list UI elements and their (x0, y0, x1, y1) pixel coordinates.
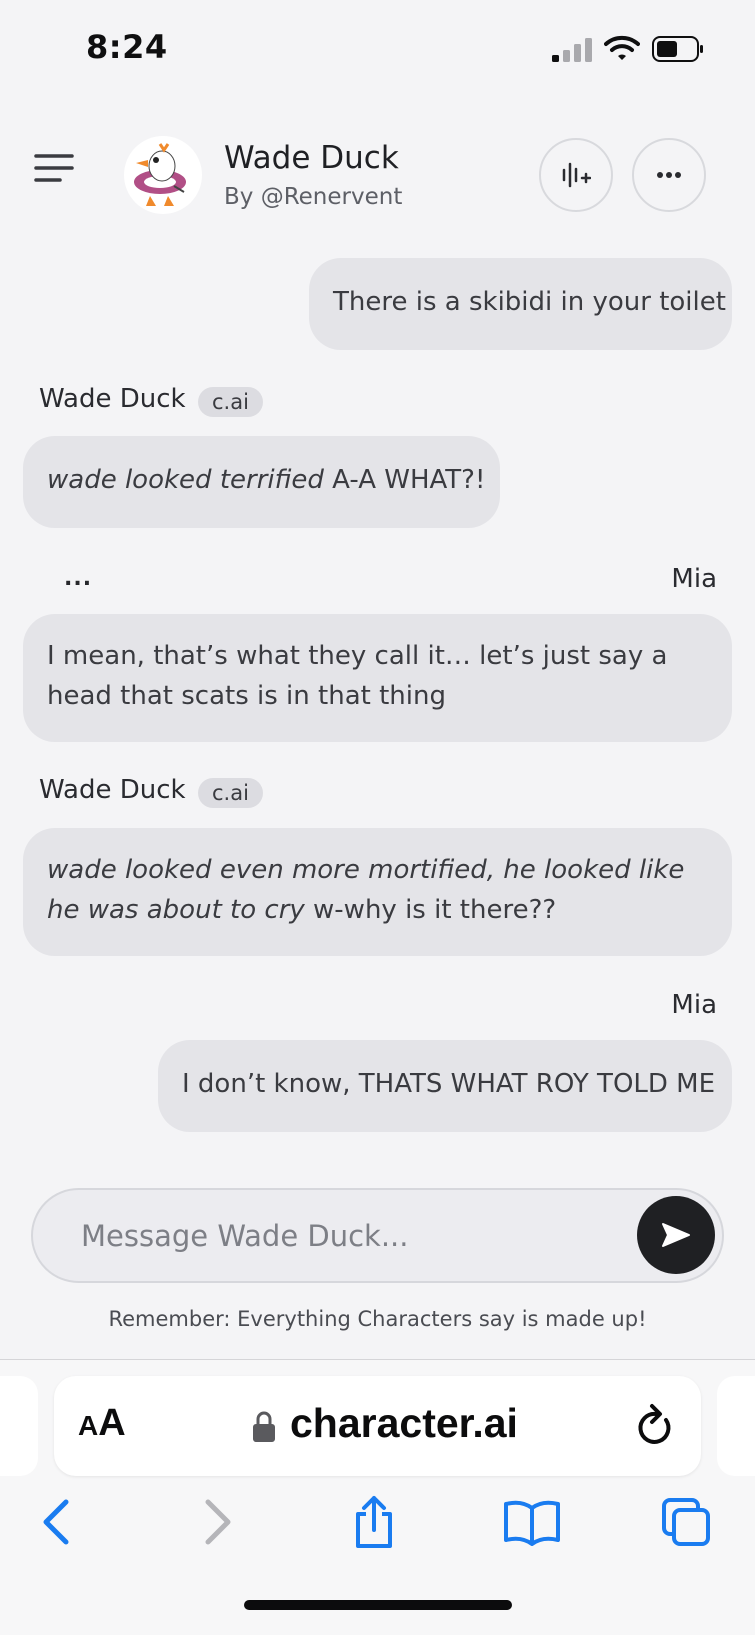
character-avatar[interactable] (124, 136, 202, 214)
bookmarks-icon[interactable] (502, 1494, 562, 1550)
speaker-name: Wade Duck (39, 384, 186, 414)
voice-add-icon (562, 162, 591, 188)
cai-badge: c.ai (198, 778, 263, 808)
speaker-name: Mia (671, 564, 717, 594)
speaker-name: Mia (671, 990, 717, 1020)
previous-tab-preview[interactable] (0, 1376, 38, 1476)
message-text: I don’t know, THATS WHAT ROY TOLD ME (182, 1069, 716, 1099)
cellular-signal-icon (552, 38, 592, 62)
ellipsis-icon (657, 172, 681, 178)
next-tab-preview[interactable] (717, 1376, 755, 1476)
cai-badge: c.ai (198, 387, 263, 417)
wifi-icon (604, 35, 640, 60)
message-action-text: wade looked terrified (47, 465, 324, 495)
more-options-button[interactable] (632, 138, 706, 212)
menu-icon[interactable] (34, 152, 74, 186)
voice-button[interactable] (539, 138, 613, 212)
message-input[interactable] (79, 1210, 603, 1262)
speaker-name: Wade Duck (39, 775, 186, 805)
url-text[interactable]: character.ai (290, 1400, 518, 1447)
tabs-icon[interactable] (660, 1494, 712, 1550)
text-size-small-label: A (78, 1410, 99, 1441)
character-name[interactable]: Wade Duck (224, 140, 399, 176)
creator-handle[interactable]: By @Renervent (224, 184, 402, 210)
text-size-button[interactable]: AA (78, 1402, 126, 1445)
user-message-bubble[interactable]: I don’t know, THATS WHAT ROY TOLD ME (158, 1040, 732, 1132)
message-text: I mean, that’s what they call it… let’s … (47, 641, 668, 711)
message-composer (31, 1188, 724, 1283)
forward-icon[interactable] (192, 1494, 244, 1550)
send-button[interactable] (637, 1196, 715, 1274)
text-size-large-label: A (98, 1402, 126, 1444)
message-options-button[interactable]: ... (64, 566, 92, 591)
back-icon[interactable] (30, 1494, 82, 1550)
message-text: A-A WHAT?! (323, 465, 486, 495)
character-message-bubble[interactable]: wade looked terrified A-A WHAT?! (23, 436, 500, 528)
home-indicator[interactable] (244, 1600, 512, 1610)
lock-icon (253, 1411, 275, 1442)
duck-avatar-icon (134, 143, 186, 206)
message-text: w-why is it there?? (304, 895, 557, 925)
message-text: There is a skibidi in your toilet (333, 287, 726, 317)
status-time: 8:24 (86, 28, 168, 66)
battery-icon (652, 36, 703, 62)
user-message-bubble[interactable]: I mean, that’s what they call it… let’s … (23, 614, 732, 742)
user-message-bubble[interactable]: There is a skibidi in your toilet (309, 258, 732, 350)
disclaimer-text: Remember: Everything Characters say is m… (108, 1307, 647, 1331)
character-message-bubble[interactable]: wade looked even more mortified, he look… (23, 828, 732, 956)
send-arrow-icon (662, 1223, 690, 1247)
share-icon[interactable] (348, 1494, 400, 1550)
reload-icon[interactable] (632, 1402, 676, 1450)
